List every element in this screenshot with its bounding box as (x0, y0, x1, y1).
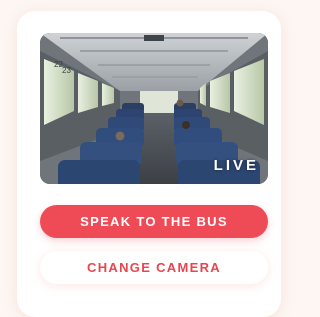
change-camera-button[interactable]: CHANGE CAMERA (40, 251, 268, 284)
bus-camera-feed[interactable]: 22 23 LIVE (40, 33, 268, 184)
speak-to-bus-button[interactable]: SPEAK TO THE BUS (40, 205, 268, 238)
live-indicator: LIVE (213, 157, 259, 174)
seat-number-label: 23 (62, 66, 71, 75)
